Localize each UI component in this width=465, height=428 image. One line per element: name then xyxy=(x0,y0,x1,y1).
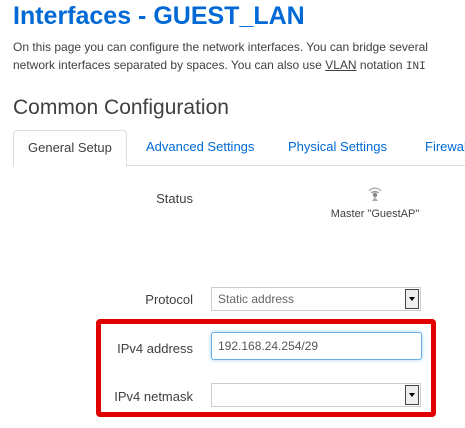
page-description: On this page you can configure the netwo… xyxy=(13,38,465,76)
description-line-2-mid: notation xyxy=(356,58,406,72)
tab-bar: General Setup Advanced Settings Physical… xyxy=(13,130,465,167)
tab-physical-settings[interactable]: Physical Settings xyxy=(288,130,387,164)
status-value: Master "GuestAP" xyxy=(330,208,420,220)
vlan-abbreviation: VLAN xyxy=(325,58,357,72)
chevron-down-icon xyxy=(405,289,419,309)
section-title: Common Configuration xyxy=(13,96,229,119)
description-line-2: network interfaces separated by spaces. … xyxy=(13,56,465,76)
protocol-select-value: Static address xyxy=(218,292,295,306)
interface-notation-code: INI xyxy=(405,61,426,73)
tab-advanced-settings[interactable]: Advanced Settings xyxy=(146,130,254,164)
protocol-label: Protocol xyxy=(145,292,193,307)
status-label: Status xyxy=(156,191,193,206)
description-line-1: On this page you can configure the netwo… xyxy=(13,40,428,54)
description-line-2-prefix: network interfaces separated by spaces. … xyxy=(13,58,326,72)
wifi-signal-icon xyxy=(368,187,382,201)
tab-firewall[interactable]: Firewal xyxy=(425,130,465,164)
protocol-select[interactable]: Static address xyxy=(211,287,421,311)
tab-general-setup[interactable]: General Setup xyxy=(13,130,127,167)
page-title: Interfaces - GUEST_LAN xyxy=(13,2,305,30)
highlight-annotation-box xyxy=(96,319,436,417)
